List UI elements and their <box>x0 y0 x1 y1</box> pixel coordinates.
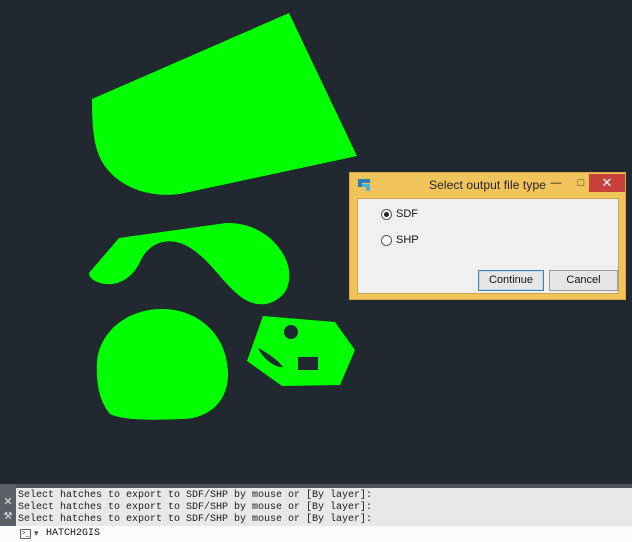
hatch-shape-blob[interactable] <box>96 308 229 420</box>
select-output-file-type-dialog: Select output file type — □ ✕ SDF SHP Co… <box>349 172 626 300</box>
radio-selected-icon[interactable] <box>381 208 392 220</box>
dialog-titlebar[interactable]: Select output file type — □ ✕ <box>350 173 625 197</box>
continue-button[interactable]: Continue <box>478 270 544 291</box>
command-input[interactable]: HATCH2GIS <box>46 528 100 539</box>
maximize-icon: □ <box>577 177 585 189</box>
chevron-down-icon[interactable]: ▾ <box>34 528 39 539</box>
close-button[interactable]: ✕ <box>589 174 625 192</box>
radio-unselected-icon[interactable] <box>381 234 392 246</box>
command-prompt-icon[interactable]: >_ <box>20 529 31 539</box>
command-history[interactable]: Select hatches to export to SDF/SHP by m… <box>16 488 632 526</box>
cancel-button[interactable]: Cancel <box>549 270 618 291</box>
dialog-body: SDF SHP Continue Cancel <box>357 198 619 294</box>
wrench-icon[interactable]: ⚒ <box>2 511 14 523</box>
hatch-shape-polygon-with-holes[interactable] <box>247 316 355 386</box>
hatch-shape-arch[interactable] <box>89 222 290 305</box>
radio-shp-label: SHP <box>396 234 419 246</box>
hatch-shape-wedge[interactable] <box>92 13 357 195</box>
close-icon: ✕ <box>601 175 613 190</box>
command-window: ✕ ⚒ Select hatches to export to SDF/SHP … <box>0 484 632 542</box>
close-icon[interactable]: ✕ <box>2 496 14 508</box>
radio-sdf[interactable]: SDF <box>381 207 418 221</box>
minimize-button[interactable]: — <box>544 175 568 191</box>
command-window-grip[interactable]: ✕ ⚒ <box>0 484 16 526</box>
command-input-row[interactable]: >_ ▾ HATCH2GIS <box>0 526 632 542</box>
radio-shp[interactable]: SHP <box>381 233 419 247</box>
command-history-line: Select hatches to export to SDF/SHP by m… <box>18 514 373 525</box>
minimize-icon: — <box>550 177 562 189</box>
radio-sdf-label: SDF <box>396 208 418 220</box>
